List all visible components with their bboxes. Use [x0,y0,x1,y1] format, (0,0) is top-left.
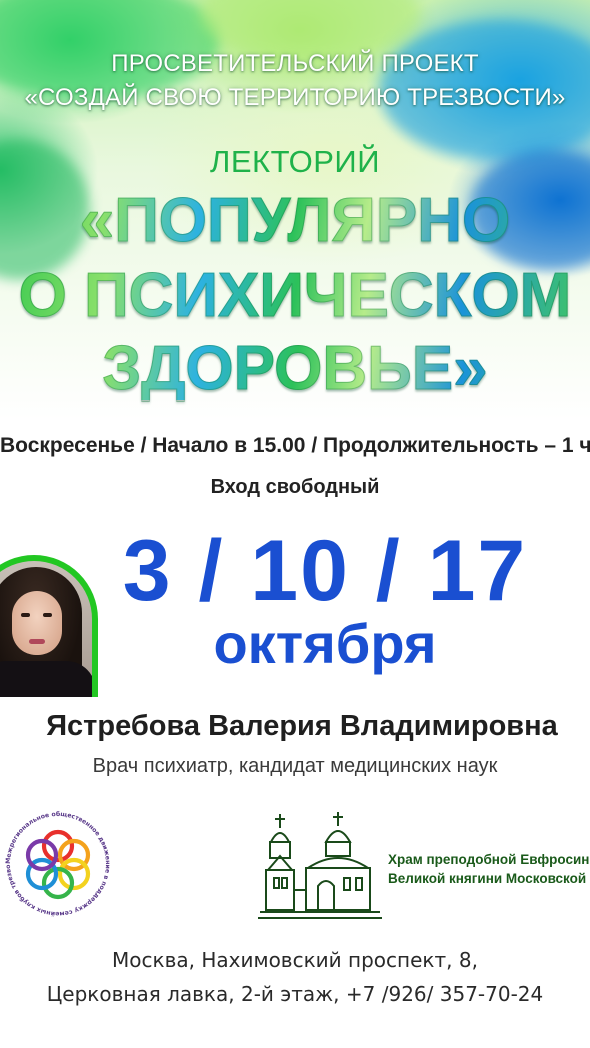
address-line-1: Москва, Нахимовский проспект, 8, [112,948,478,972]
movement-logo-ring-text: Межрегиональное общественное движение в … [2,808,111,918]
speaker-photo [0,561,92,697]
project-title-line-1: ПРОСВЕТИТЕЛЬСКИЙ ПРОЕКТ [111,50,479,77]
event-dates: 3 / 10 / 17 [122,523,528,619]
avatar-eye [21,613,30,617]
free-entry-note: Вход свободный [210,476,380,498]
project-title-line-2: «СОЗДАЙ СВОЮ ТЕРРИТОРИЮ ТРЕЗВОСТИ» [24,84,566,111]
movement-logo-icon: Межрегиональное общественное движение в … [2,808,111,918]
event-title-line-1: «ПОПУЛЯРНО [0,189,590,252]
temple-name: Храм преподобной Евфросинии Великой княг… [388,850,590,888]
temple-name-line-1: Храм преподобной Евфросинии [388,852,590,867]
avatar-face [12,591,62,655]
address-line-2: Церковная лавка, 2-й этаж, +7 /926/ 357-… [46,982,544,1006]
temple-logo-icon [258,812,382,919]
schedule-details: Воскресенье / Начало в 15.00 / Продолжит… [0,434,590,457]
avatar-eye [43,613,52,617]
avatar-lips [29,639,45,644]
temple-name-line-2: Великой княгини Московской [388,871,587,886]
event-title-line-2: О ПСИХИЧЕСКОМ [0,264,590,327]
speaker-name: Ястребова Валерия Владимировна [46,710,558,742]
speaker-role: Врач психиатр, кандидат медицинских наук [92,755,498,777]
avatar-shoulders [0,661,92,697]
event-month: октября [213,612,437,675]
lectorium-label: ЛЕКТОРИЙ [210,144,380,179]
speaker-avatar [0,555,98,697]
event-poster: ПРОСВЕТИТЕЛЬСКИЙ ПРОЕКТ «СОЗДАЙ СВОЮ ТЕР… [0,0,590,1048]
event-title-line-3: ЗДОРОВЬЕ» [0,337,590,400]
